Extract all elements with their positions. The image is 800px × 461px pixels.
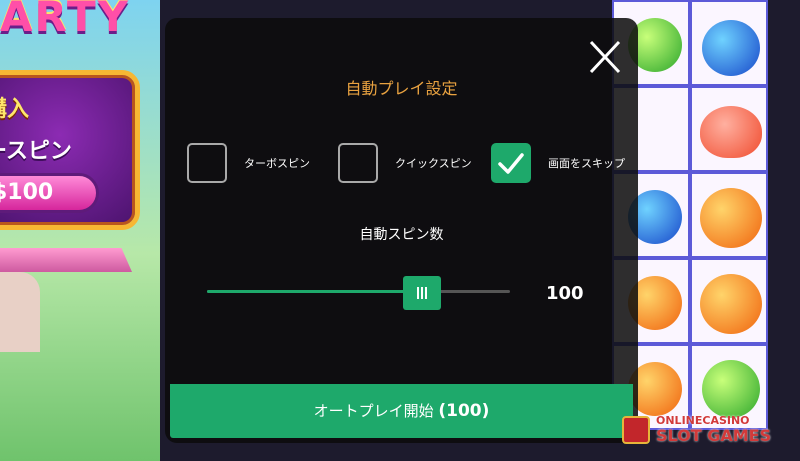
start-autoplay-button[interactable]: オートプレイ開始 (100) [170,384,633,438]
turbo-spin-label: ターボスピン [244,157,310,170]
spin-count-slider[interactable] [207,290,510,293]
grape-icon [702,20,760,76]
dialog-title: 自動プレイ設定 [345,79,458,98]
pink-roof [0,248,132,272]
turbo-spin-option[interactable]: ターボスピン [187,143,327,183]
buy-feature-price: $100 [0,173,99,213]
buy-feature-panel: 購入 ースピン $100 [0,70,140,230]
reel-cell [690,0,768,86]
orange-icon [700,188,762,248]
watermark-line2: SLOT GAMES [656,426,772,445]
start-autoplay-label: オートプレイ開始 [313,402,434,420]
slider-handle[interactable] [403,276,442,310]
buy-feature-title: 購入 [0,97,30,122]
reel-cell [690,172,768,258]
reel-cell [690,86,768,172]
orange-icon [700,274,762,334]
reel-cell [690,258,768,344]
slot-machine-icon [622,416,650,444]
quick-spin-checkbox[interactable] [338,143,378,183]
quick-spin-option[interactable]: クイックスピン [338,143,478,183]
grip-icon [417,287,428,299]
autoplay-settings-dialog: 自動プレイ設定 ターボスピン クイックスピン 画面をスキップ 自動スピン数 10… [165,18,638,443]
mushroom-decoration [0,272,40,352]
site-watermark: ONLINECASINO SLOT GAMES [620,412,790,448]
turbo-spin-checkbox[interactable] [187,143,227,183]
quick-spin-label: クイックスピン [395,157,472,170]
checkmark-icon [498,153,524,174]
skip-screen-option[interactable]: 画面をスキップ [491,143,631,183]
slider-fill [207,290,423,293]
skip-screen-label: 画面をスキップ [548,157,625,170]
game-logo: ARTY [0,0,131,41]
buy-feature-subtitle: ースピン [0,139,72,164]
close-icon [589,40,621,74]
close-button[interactable] [588,39,622,75]
heart-icon [700,106,762,158]
apple-icon [702,360,760,418]
start-autoplay-count: (100) [438,401,490,421]
spin-count-value: 100 [546,283,584,304]
skip-screen-checkbox[interactable] [491,143,531,183]
spin-count-label: 自動スピン数 [359,227,444,243]
